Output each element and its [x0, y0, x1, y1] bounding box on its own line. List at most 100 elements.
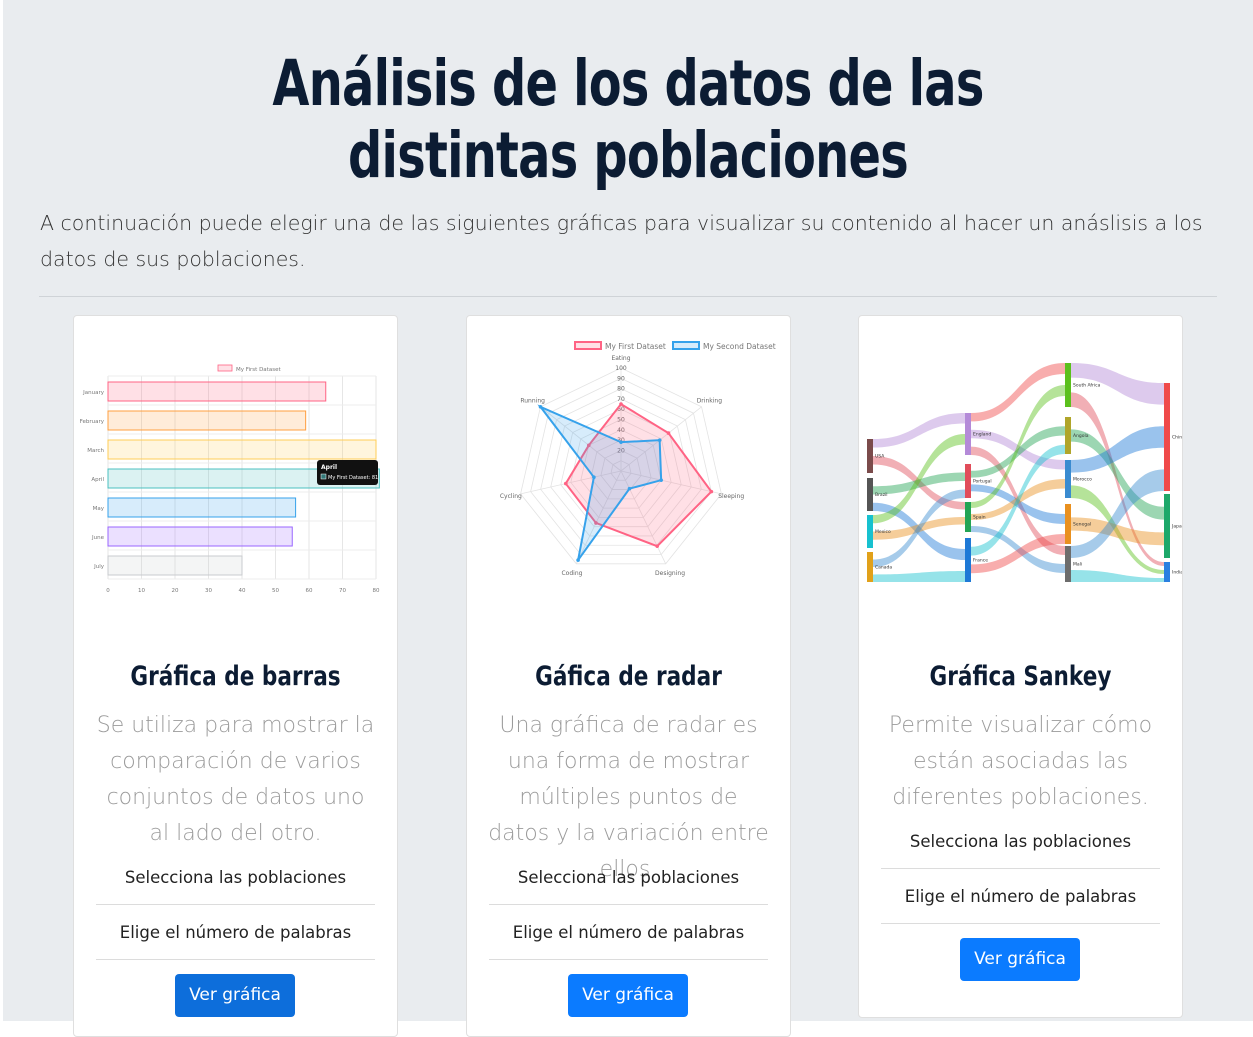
radar-axis-label: Drinking [697, 398, 723, 405]
sankey-node-label: Mexico [875, 529, 891, 535]
sankey-node [867, 478, 873, 511]
sankey-node-label: South Africa [1073, 383, 1101, 389]
x-tick-label: 80 [373, 588, 380, 594]
page: Análisis de los datos de las distintas p… [3, 0, 1253, 1037]
sankey-node-label: Senegal [1073, 522, 1091, 528]
y-tick-label: March [87, 448, 104, 454]
x-tick-label: 0 [106, 588, 110, 594]
legend-label: My Second Dataset [703, 342, 776, 351]
page-title: Análisis de los datos de las distintas p… [272, 47, 984, 192]
sankey-node [1065, 504, 1071, 544]
y-tick-label: April [91, 477, 104, 483]
radar-point [619, 440, 623, 444]
select-populations-option[interactable]: Selecciona las poblaciones [881, 815, 1160, 869]
radar-point [563, 481, 568, 486]
radar-axis-label: Eating [611, 355, 630, 362]
sankey-node [867, 552, 873, 582]
sankey-node-label: China [1172, 435, 1182, 441]
x-tick-label: 20 [172, 588, 179, 594]
sankey-node-label: Brazil [875, 492, 888, 498]
x-tick-label: 10 [138, 588, 145, 594]
legend-swatch [672, 341, 700, 350]
tooltip-title: April [321, 464, 337, 471]
bar [107, 497, 297, 518]
card-radar-chart: Eating Drinking Sleeping Designing Coding Cyc… [466, 315, 791, 1037]
choose-words-option[interactable]: Elige el número de palabras [96, 906, 375, 960]
radar-axis-label: Designing [655, 570, 685, 577]
card-description: Permite visualizar cómo están asociadas … [888, 713, 1153, 810]
divider [489, 904, 768, 905]
y-tick-label: July [93, 564, 105, 570]
card-description: Se utiliza para mostrar la comparación d… [96, 713, 375, 846]
sankey-node [1065, 460, 1071, 498]
sankey-node-label: India [1172, 570, 1182, 576]
legend-label: My First Dataset [605, 342, 666, 351]
x-tick-label: 60 [306, 588, 313, 594]
bar-chart-preview: 0 10 20 30 40 50 60 70 80 My First Dataset January… [80, 364, 380, 594]
radar-point [659, 478, 663, 482]
radar-tick-label: 100 [615, 365, 627, 372]
radar-point [538, 404, 543, 409]
sankey-node [1065, 363, 1071, 407]
sankey-node-label: USA [875, 454, 885, 460]
divider [881, 868, 1160, 869]
radar-point [619, 402, 623, 406]
y-tick-label: February [80, 419, 105, 425]
select-populations-option[interactable]: Selecciona las poblaciones [489, 851, 768, 905]
radar-tick-label: 80 [617, 386, 625, 393]
radar-tick-label: 90 [617, 375, 625, 382]
card-title: Gráfica Sankey [929, 661, 1112, 692]
bar [107, 381, 327, 402]
sankey-node [965, 464, 971, 498]
sankey-node [867, 439, 873, 473]
view-chart-button[interactable]: Ver gráfica [175, 974, 295, 1017]
sankey-node-label: Morocco [1073, 477, 1092, 483]
sankey-node-label: Japan [1171, 524, 1182, 530]
sankey-node [1164, 562, 1170, 582]
radar-point [592, 475, 596, 479]
choose-words-option[interactable]: Elige el número de palabras [489, 906, 768, 960]
sankey-flow [873, 571, 965, 582]
radar-axis-label: Coding [561, 570, 582, 577]
radar-point [709, 489, 714, 494]
sankey-node-label: Portugal [973, 479, 992, 485]
sankey-node-label: Canada [875, 565, 892, 571]
divider [96, 904, 375, 905]
bar [107, 439, 377, 460]
choose-words-option[interactable]: Elige el número de palabras [881, 870, 1160, 924]
select-populations-option[interactable]: Selecciona las poblaciones [96, 851, 375, 905]
radar-point [655, 544, 659, 548]
sankey-flow [1071, 570, 1164, 582]
sankey-node-label: Angola [1073, 433, 1089, 439]
radar-axis-label: Running [520, 398, 545, 405]
divider [96, 959, 375, 960]
tooltip-swatch [320, 473, 327, 480]
y-tick-label: June [91, 535, 105, 541]
card-title: Gráfica de barras [130, 661, 341, 692]
page-intro: A continuación puede elegir una de las s… [40, 211, 1203, 271]
view-chart-button[interactable]: Ver gráfica [568, 974, 688, 1017]
sankey-node [1164, 383, 1170, 491]
card-sankey-chart: USA Brazil Mexico Canada England Portugal Spai… [858, 315, 1183, 1018]
sankey-node-label: England [973, 432, 991, 438]
tooltip-label: My First Dataset: 81 [328, 475, 378, 481]
x-tick-label: 30 [205, 588, 212, 594]
radar-point [627, 486, 632, 491]
radar-point [576, 558, 580, 562]
bar [107, 410, 307, 431]
radar-chart-preview: Eating Drinking Sleeping Designing Coding Cyc… [500, 341, 776, 577]
card-title: Gáfica de radar [535, 661, 722, 692]
sankey-node [965, 413, 971, 455]
sankey-node-label: France [973, 558, 988, 564]
radar-axis-label: Sleeping [718, 493, 744, 500]
sankey-node-label: Mali [1073, 562, 1082, 568]
view-chart-button[interactable]: Ver gráfica [960, 938, 1080, 981]
sankey-node [1065, 546, 1071, 582]
sankey-node [1164, 494, 1170, 558]
radar-tick-label: 70 [617, 396, 625, 403]
card-bar-chart: 0 10 20 30 40 50 60 70 80 My First Dataset January… [73, 315, 398, 1037]
divider [489, 959, 768, 960]
sankey-node [965, 538, 971, 582]
divider [39, 296, 1217, 297]
y-tick-label: May [93, 506, 105, 512]
